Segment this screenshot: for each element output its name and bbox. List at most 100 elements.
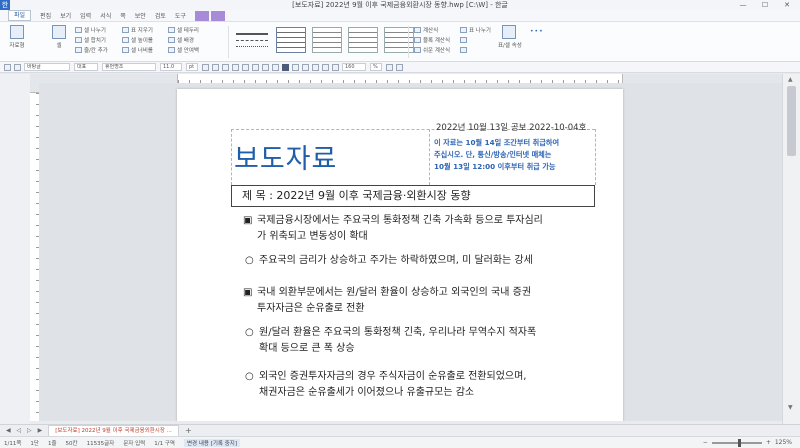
table-style-1[interactable] [276, 27, 306, 53]
menu-edit[interactable]: 편집 [40, 11, 51, 20]
more-dots[interactable]: ••• [530, 28, 544, 35]
underline-icon[interactable] [222, 63, 229, 71]
split-cells-button[interactable]: 셀 나누기 [75, 25, 108, 35]
cell-fill-button[interactable]: 셀 배경 [168, 35, 199, 45]
bold-icon[interactable] [202, 63, 209, 71]
maximize-button[interactable]: ☐ [754, 0, 776, 10]
line-spacing-unit[interactable]: % [370, 63, 382, 71]
delete-table-button[interactable]: 표 지우기 [122, 25, 153, 35]
table-style-2[interactable] [312, 27, 342, 53]
app-icon[interactable]: 한 [0, 0, 10, 10]
equal-width-button[interactable]: 셀 너비를 [122, 45, 153, 55]
formula-button[interactable]: 계산식 [414, 25, 450, 35]
align-left-icon[interactable] [292, 63, 299, 71]
menu-format[interactable]: 서식 [100, 11, 111, 20]
cell-icon [52, 25, 66, 39]
close-button[interactable]: ✕ [776, 0, 798, 10]
tab-nav-arrows[interactable]: ◀ ◁ ▷ ▶ [6, 427, 44, 434]
font-unit[interactable]: pt [186, 63, 198, 71]
ribbon-extra-1[interactable]: 표 나누기 [460, 25, 491, 35]
horizontal-ruler[interactable] [30, 74, 782, 83]
zoom-slider[interactable] [711, 438, 762, 447]
ribbon-table-props-button[interactable]: 표/셀 속성 [498, 25, 522, 49]
scroll-up-icon[interactable]: ▲ [788, 76, 793, 83]
table-props-icon [502, 25, 516, 39]
block-formula-icon [414, 37, 421, 43]
square-bullet-icon: ▣ [243, 215, 253, 226]
table-layout-tab-highlight[interactable] [210, 10, 225, 21]
style-select[interactable]: 바탕글 [24, 63, 70, 71]
menu-page[interactable]: 쪽 [120, 11, 126, 20]
document-page[interactable]: 2022년 10월 13일 공보 2022-10-04호 보도자료 이 자료는 … [177, 89, 623, 421]
ribbon-cell-button[interactable]: 셀 [48, 25, 70, 49]
font-select[interactable]: 휴먼명조 [102, 63, 156, 71]
menu-tools[interactable]: 도구 [175, 11, 186, 20]
strike-icon[interactable] [232, 63, 239, 71]
zoom-level[interactable]: 125% [775, 439, 792, 446]
border-style-picker[interactable] [236, 30, 268, 52]
vertical-scrollbar[interactable]: ▲ ▼ [782, 74, 800, 424]
circle-bullet-icon: ○ [245, 255, 254, 266]
highlight-icon[interactable] [272, 63, 279, 71]
publication-date: 2022년 10월 13일 공보 2022-10-04호 [436, 123, 587, 133]
zoom-slider-knob[interactable] [738, 438, 742, 447]
zoom-in-icon[interactable]: + [766, 439, 771, 446]
add-row-col-button[interactable]: 줄/칸 추가 [75, 45, 108, 55]
tab-active-document[interactable]: [보도자료] 2022년 9월 이후 국제금융외환시장 ... [48, 425, 179, 436]
menu-file[interactable]: 파일 [8, 10, 32, 21]
subscript-icon[interactable] [252, 63, 259, 71]
status-chars: 11535글자 [86, 440, 115, 447]
align-center-icon[interactable] [302, 63, 309, 71]
zoom-out-icon[interactable]: − [703, 439, 708, 446]
bullet-item: ▣ 국제금융시장에서는 주요국의 통화정책 긴축 가속화 등으로 투자심리 가 … [243, 213, 603, 247]
vertical-ruler[interactable] [30, 83, 39, 421]
document-workspace[interactable]: 2022년 10월 13일 공보 2022-10-04호 보도자료 이 자료는 … [39, 83, 782, 421]
block-formula-button[interactable]: 블록 계산식 [414, 35, 450, 45]
align-distribute-icon[interactable] [322, 63, 329, 71]
scroll-thumb[interactable] [787, 86, 796, 156]
ribbon-extra-3[interactable] [460, 45, 491, 55]
font-color-icon[interactable] [262, 63, 269, 71]
cell-border-button[interactable]: 셀 테두리 [168, 25, 199, 35]
bullet-text: 가 위축되고 변동성이 확대 [257, 231, 368, 242]
formula-icon [414, 27, 421, 33]
embargo-line: 주십시오. 단, 통신/방송/인터넷 매체는 [434, 150, 552, 159]
align-justify-icon[interactable] [282, 63, 289, 71]
table-style-3[interactable] [348, 27, 378, 53]
menu-view[interactable]: 보기 [60, 11, 71, 20]
italic-icon[interactable] [212, 63, 219, 71]
status-page[interactable]: 1/11쪽 [4, 439, 21, 447]
easy-formula-button[interactable]: 쉬운 계산식 [414, 45, 450, 55]
status-mode[interactable]: 문자 입력 [123, 439, 145, 447]
indent-icon[interactable] [386, 63, 393, 71]
redo-icon[interactable] [14, 63, 21, 71]
undo-icon[interactable] [4, 63, 11, 71]
font-size-input[interactable]: 11.0 [160, 63, 182, 71]
bullet-text: 국내 외환부문에서는 원/달러 환율이 상승하고 외국인의 국내 증권 [257, 287, 532, 298]
align-right-icon[interactable] [312, 63, 319, 71]
minimize-button[interactable]: — [732, 0, 754, 10]
bullet-text: 투자자금은 순유출로 전환 [257, 303, 365, 314]
outdent-icon[interactable] [396, 63, 403, 71]
ribbon-extra-2[interactable] [460, 35, 491, 45]
menu-security[interactable]: 보안 [135, 11, 146, 20]
line-spacing-input[interactable]: 160 [342, 63, 366, 71]
track-changes-status[interactable]: 변경 내용 [기록 중지] [183, 438, 240, 447]
bullet-text: 원/달러 환율은 주요국의 통화정책 긴축, 우리나라 무역수지 적자폭 [259, 327, 537, 338]
zoom-control[interactable]: − + 125% [703, 438, 792, 447]
table-style-4[interactable] [384, 27, 414, 53]
menu-review[interactable]: 검토 [155, 11, 166, 20]
font-lang-select[interactable]: 대표 [74, 63, 98, 71]
add-row-icon [75, 47, 82, 53]
cell-padding-button[interactable]: 셀 안여백 [168, 45, 199, 55]
merge-cells-button[interactable]: 셀 합치기 [75, 35, 108, 45]
superscript-icon[interactable] [242, 63, 249, 71]
ribbon-datatype-button[interactable]: 자료형 [6, 25, 28, 49]
scroll-down-icon[interactable]: ▼ [788, 404, 793, 411]
add-tab-button[interactable]: + [185, 426, 192, 435]
press-release-heading: 보도자료 [234, 144, 338, 175]
equal-height-button[interactable]: 셀 높이를 [122, 35, 153, 45]
menu-insert[interactable]: 입력 [80, 11, 91, 20]
table-tab-highlight[interactable] [194, 10, 209, 21]
align-split-icon[interactable] [332, 63, 339, 71]
